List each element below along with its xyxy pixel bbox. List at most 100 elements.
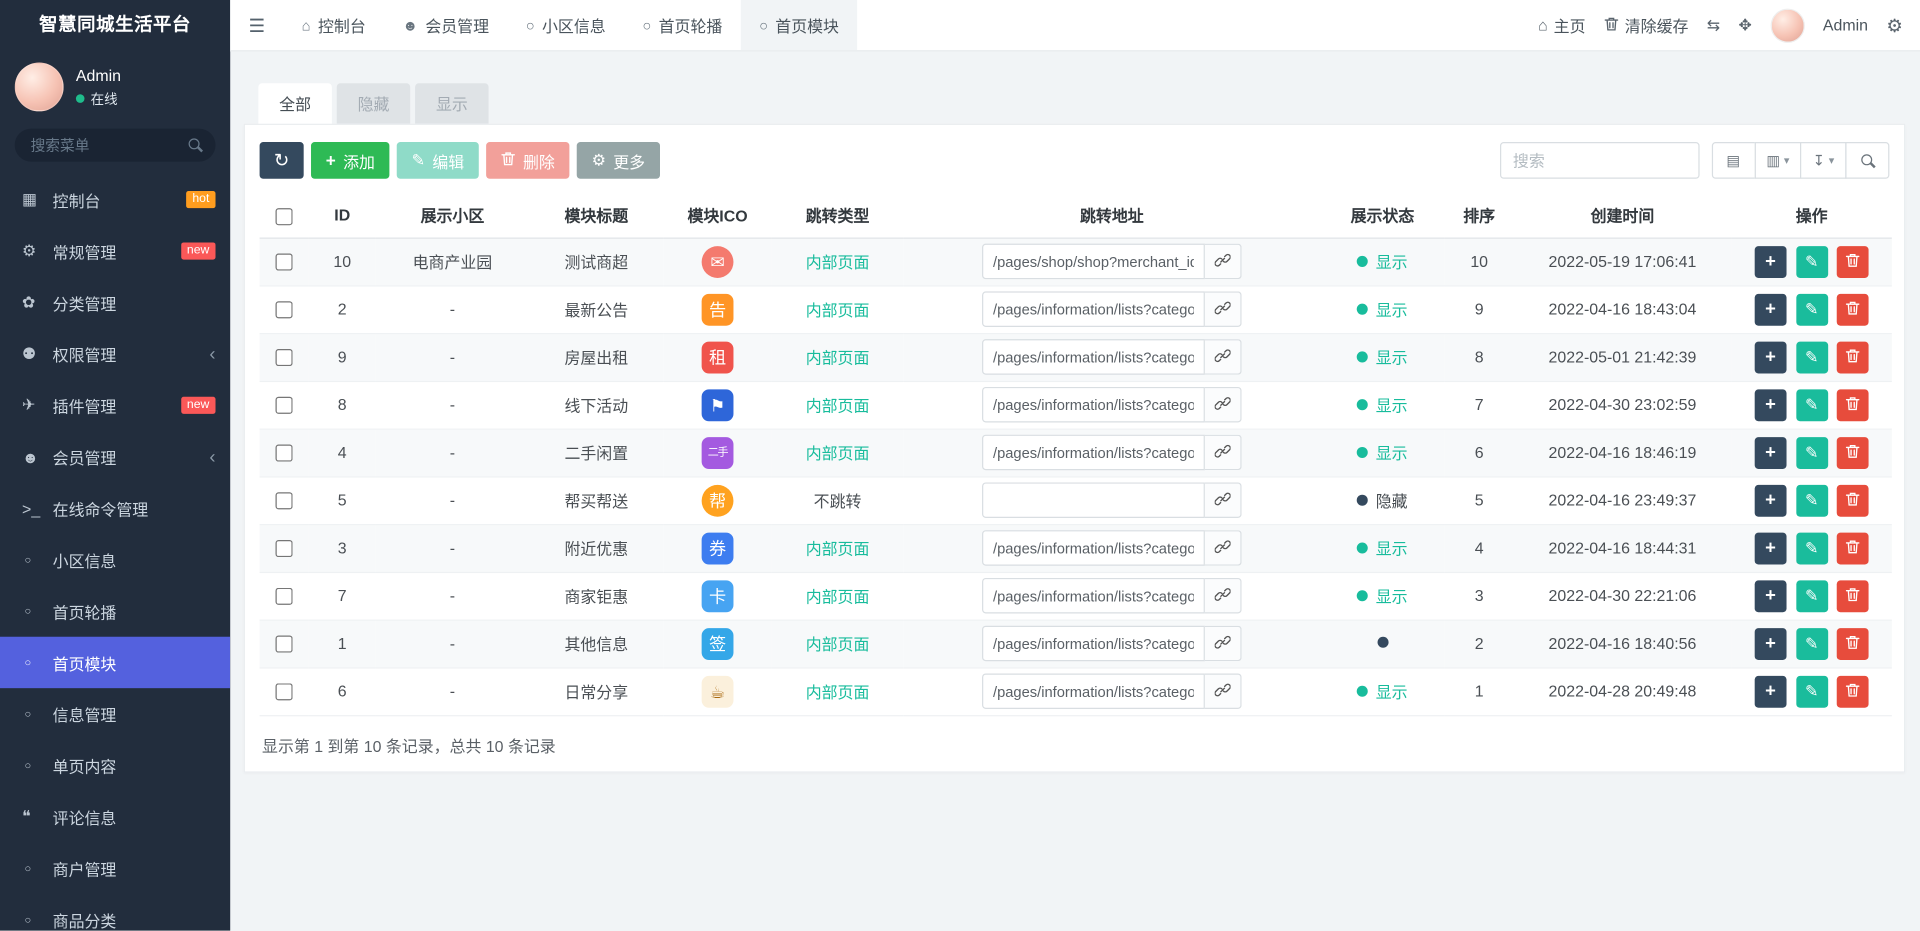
jump-url-input[interactable]: [982, 482, 1205, 518]
sidebar-item[interactable]: ☻ 会员管理 ‹: [0, 431, 230, 482]
delete-row-button[interactable]: [1836, 245, 1869, 278]
delete-button[interactable]: 删除: [486, 142, 570, 179]
row-checkbox[interactable]: [275, 492, 293, 510]
edit-row-button[interactable]: ✎: [1795, 627, 1828, 660]
open-link-button[interactable]: [1204, 339, 1242, 375]
sidebar-item[interactable]: ○ 首页模块: [0, 636, 231, 689]
topbar-tab[interactable]: ☻ 会员管理: [384, 0, 507, 50]
user-avatar[interactable]: [14, 62, 64, 112]
jump-url-input[interactable]: [982, 243, 1205, 280]
sidebar-item[interactable]: ○ 单页内容: [0, 740, 230, 791]
user-avatar-small[interactable]: [1770, 7, 1805, 43]
row-checkbox[interactable]: [275, 444, 293, 462]
column-header[interactable]: 展示状态: [1320, 193, 1445, 239]
column-header[interactable]: 模块ICO: [663, 193, 772, 239]
sidebar-item[interactable]: ❝ 评论信息: [0, 791, 230, 842]
more-button[interactable]: ⚙ 更多: [576, 142, 660, 179]
add-related-button[interactable]: +: [1754, 341, 1787, 373]
row-checkbox[interactable]: [275, 540, 293, 558]
jump-url-input[interactable]: [982, 577, 1205, 614]
clear-cache-link[interactable]: 清除缓存: [1604, 13, 1688, 36]
columns-button[interactable]: ▥ ▾: [1754, 142, 1802, 179]
add-related-button[interactable]: +: [1754, 245, 1787, 278]
jump-url-input[interactable]: [982, 386, 1205, 423]
sidebar-item[interactable]: ○ 小区信息: [0, 534, 230, 585]
delete-row-button[interactable]: [1836, 627, 1869, 660]
sidebar-item[interactable]: ⚉ 权限管理 ‹: [0, 328, 230, 379]
column-header[interactable]: 跳转地址: [903, 193, 1321, 239]
open-link-button[interactable]: [1204, 291, 1242, 327]
column-header[interactable]: 模块标题: [528, 193, 664, 239]
edit-row-button[interactable]: ✎: [1795, 579, 1828, 612]
row-checkbox[interactable]: [275, 635, 293, 653]
sidebar-item[interactable]: ○ 商品分类: [0, 894, 230, 931]
edit-row-button[interactable]: ✎: [1795, 293, 1828, 326]
delete-row-button[interactable]: [1836, 675, 1869, 708]
refresh-button[interactable]: ↻: [259, 142, 304, 179]
jump-url-input[interactable]: [982, 339, 1205, 375]
column-header[interactable]: 操作: [1731, 193, 1892, 239]
menu-toggle-icon[interactable]: ☰: [230, 14, 283, 36]
toggle-view-button[interactable]: ▤: [1711, 142, 1756, 179]
sidebar-item[interactable]: >_ 在线命令管理: [0, 482, 230, 533]
add-related-button[interactable]: +: [1754, 532, 1787, 564]
row-checkbox[interactable]: [275, 301, 293, 319]
column-header[interactable]: 排序: [1444, 193, 1514, 239]
column-header[interactable]: 跳转类型: [771, 193, 904, 239]
shortcut-button[interactable]: ⇆: [1707, 17, 1720, 33]
delete-row-button[interactable]: [1836, 484, 1869, 517]
status-filter-tab[interactable]: 显示: [415, 83, 489, 124]
delete-row-button[interactable]: [1836, 532, 1869, 564]
table-search-input[interactable]: [1499, 142, 1700, 179]
home-link[interactable]: ⌂ 主页: [1538, 13, 1586, 36]
open-link-button[interactable]: [1204, 386, 1242, 423]
open-link-button[interactable]: [1204, 577, 1242, 614]
row-checkbox[interactable]: [275, 349, 293, 367]
add-related-button[interactable]: +: [1754, 436, 1787, 469]
sidebar-item[interactable]: ✈ 插件管理 new: [0, 380, 230, 431]
add-related-button[interactable]: +: [1754, 293, 1787, 326]
jump-url-input[interactable]: [982, 625, 1205, 662]
export-button[interactable]: ↧ ▾: [1800, 142, 1847, 179]
jump-url-input[interactable]: [982, 673, 1205, 709]
row-checkbox[interactable]: [275, 683, 293, 701]
row-checkbox[interactable]: [275, 253, 293, 271]
settings-gear-icon[interactable]: ⚙: [1886, 14, 1902, 36]
open-link-button[interactable]: [1204, 482, 1242, 518]
jump-url-input[interactable]: [982, 530, 1205, 566]
status-filter-tab[interactable]: 隐藏: [336, 83, 411, 124]
open-link-button[interactable]: [1204, 434, 1242, 471]
add-related-button[interactable]: +: [1754, 579, 1787, 612]
delete-row-button[interactable]: [1836, 293, 1869, 326]
open-link-button[interactable]: [1204, 625, 1242, 662]
topbar-tab[interactable]: ○ 首页模块: [740, 0, 858, 51]
column-header[interactable]: ID: [308, 193, 376, 239]
open-link-button[interactable]: [1204, 530, 1242, 566]
edit-row-button[interactable]: ✎: [1795, 341, 1828, 373]
add-related-button[interactable]: +: [1754, 627, 1787, 660]
open-link-button[interactable]: [1204, 673, 1242, 709]
jump-url-input[interactable]: [982, 434, 1205, 471]
menu-search-input[interactable]: [14, 128, 216, 162]
sidebar-item[interactable]: ✿ 分类管理: [0, 277, 230, 328]
edit-row-button[interactable]: ✎: [1795, 436, 1828, 469]
edit-button[interactable]: ✎ 编辑: [396, 142, 479, 179]
add-related-button[interactable]: +: [1754, 675, 1787, 708]
search-toggle-button[interactable]: [1845, 142, 1890, 179]
delete-row-button[interactable]: [1836, 579, 1869, 612]
delete-row-button[interactable]: [1836, 436, 1869, 469]
add-button[interactable]: + 添加: [311, 142, 390, 179]
open-link-button[interactable]: [1204, 243, 1242, 280]
topbar-tab[interactable]: ⌂ 控制台: [283, 0, 384, 50]
edit-row-button[interactable]: ✎: [1795, 484, 1828, 517]
edit-row-button[interactable]: ✎: [1795, 388, 1828, 421]
brand-title[interactable]: 智慧同城生活平台: [0, 0, 230, 51]
row-checkbox[interactable]: [275, 588, 293, 606]
column-header[interactable]: 展示小区: [375, 193, 529, 239]
username-label[interactable]: Admin: [1823, 16, 1868, 34]
sidebar-item[interactable]: ⚙ 常规管理 new: [0, 225, 230, 276]
jump-url-input[interactable]: [982, 291, 1205, 327]
fullscreen-button[interactable]: ✥: [1739, 17, 1752, 33]
status-filter-tab[interactable]: 全部: [258, 83, 332, 124]
topbar-tab[interactable]: ○ 小区信息: [507, 0, 624, 50]
